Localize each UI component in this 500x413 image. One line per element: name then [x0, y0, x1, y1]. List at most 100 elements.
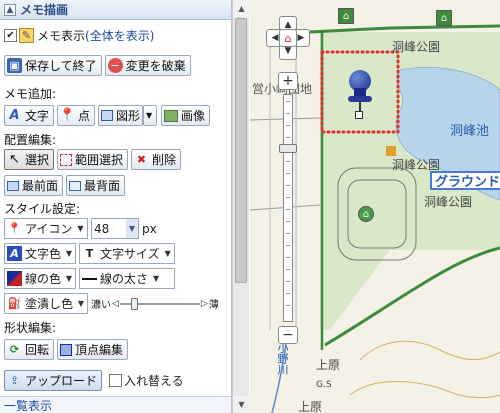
- send-back-label: 最背面: [84, 179, 121, 193]
- delete-x-icon: ✖: [136, 153, 147, 166]
- scroll-up-icon[interactable]: ▲: [233, 0, 250, 17]
- collapse-icon[interactable]: ▲: [4, 3, 16, 16]
- shape-icon: [101, 110, 114, 121]
- zoom-in-icon[interactable]: +: [278, 72, 298, 90]
- show-memo-label: メモ表示: [37, 29, 86, 43]
- save-exit-button[interactable]: ▣ 保存して終了: [4, 55, 102, 76]
- opacity-handle[interactable]: [130, 297, 138, 310]
- zoom-tick: [286, 305, 290, 306]
- zoom-out-icon[interactable]: −: [278, 326, 298, 344]
- opacity-plus-icon[interactable]: ▷: [201, 299, 208, 309]
- map-view[interactable]: ⌂ ⌂ ⌂ 洞峰公園 洞峰池 洞峰公園 洞峰公園 営小崎団地 上原 上原 G.S…: [250, 0, 500, 413]
- send-back-button[interactable]: 最背面: [66, 175, 126, 196]
- add-point-button[interactable]: 📍 点: [57, 105, 96, 126]
- text-size-select[interactable]: T 文字サイズ ▼: [79, 243, 175, 264]
- memo-panel: ▲ メモ描画 ✔ ✎ メモ表示 (全体を表示) ▣ 保存して終了 − 変更を破棄…: [0, 0, 232, 413]
- layout-row-2: 最前面 最背面: [4, 175, 128, 196]
- range-select-button[interactable]: 範囲選択: [57, 149, 129, 170]
- line-width-select[interactable]: 線の太さ ▼: [79, 268, 175, 289]
- show-all-link[interactable]: (全体を表示): [85, 27, 154, 44]
- scroll-down-icon[interactable]: ▼: [233, 396, 250, 413]
- text-color-select[interactable]: A 文字色 ▼: [4, 243, 76, 264]
- add-shape-button[interactable]: 図形: [98, 105, 144, 126]
- text-a-icon: A: [9, 108, 20, 123]
- add-point-label: 点: [78, 109, 91, 123]
- replace-checkbox[interactable]: [109, 374, 123, 387]
- text-color-icon: A: [7, 246, 22, 261]
- add-text-label: 文字: [25, 109, 50, 123]
- vertex-edit-label: 頂点編集: [75, 343, 124, 357]
- opacity-dark-label: 濃い: [91, 300, 111, 311]
- line-color-select[interactable]: 線の色 ▼: [4, 268, 76, 289]
- size-input[interactable]: 48 ▼: [91, 218, 139, 239]
- line-color-label: 線の色: [25, 272, 62, 286]
- pushpin-small-icon: 📍: [7, 222, 22, 235]
- save-exit-label: 保存して終了: [25, 59, 97, 73]
- chevron-down-icon: ▼: [77, 224, 84, 233]
- vertex-edit-icon: [60, 343, 73, 356]
- delete-button[interactable]: ✖ 削除: [131, 149, 182, 170]
- zoom-tick: [286, 233, 290, 234]
- map-label-pond: 洞峰池: [450, 124, 490, 139]
- map-label-park: 洞峰公園: [424, 195, 473, 209]
- map-label-gas-station: G.S: [316, 380, 332, 390]
- style-row-1: 📍 アイコン ▼ 48 ▼ px: [4, 218, 157, 239]
- chevron-down-icon: ▼: [126, 219, 138, 238]
- icon-select-value: アイコン: [25, 222, 73, 236]
- image-icon: [164, 109, 179, 122]
- discard-button[interactable]: − 変更を破棄: [104, 55, 191, 76]
- select-button[interactable]: ↖ 選択: [4, 149, 55, 170]
- range-select-icon: [60, 153, 73, 166]
- vertex-edit-button[interactable]: 頂点編集: [57, 339, 129, 360]
- bring-front-button[interactable]: 最前面: [4, 175, 64, 196]
- chevron-down-icon: ▼: [146, 111, 153, 120]
- opacity-minus-icon[interactable]: ◁: [112, 299, 119, 309]
- memo-text-label[interactable]: グラウンド: [430, 171, 500, 190]
- add-image-label: 画像: [181, 109, 206, 123]
- zoom-tick: [286, 293, 290, 294]
- poi-icon[interactable]: ⌂: [338, 8, 354, 24]
- size-value: 48: [94, 221, 110, 236]
- upload-label: アップロード: [25, 374, 98, 388]
- zoom-tick: [286, 209, 290, 210]
- zoom-tick: [286, 101, 290, 102]
- list-view-link[interactable]: 一覧表示: [4, 397, 52, 413]
- style-row-4: ⛽ 塗潰し色 ▼ 濃い ◁ ▷ 薄: [4, 293, 219, 314]
- upload-button[interactable]: ⇪ アップロード: [4, 370, 103, 391]
- pushpin-memo-icon[interactable]: [346, 70, 376, 119]
- panel-scrollbar[interactable]: ▲ ▼: [232, 0, 250, 413]
- poi-icon[interactable]: ⌂: [436, 10, 452, 26]
- contour-line: [359, 340, 500, 361]
- zoom-tick: [286, 197, 290, 198]
- rotate-button[interactable]: ⟳ 回転: [4, 339, 55, 360]
- add-section-label: メモ追加:: [4, 87, 57, 101]
- line-width-icon: [82, 277, 97, 280]
- style-row-2: A 文字色 ▼ T 文字サイズ ▼: [4, 243, 178, 264]
- map-label-kamihara: 上原: [298, 400, 323, 413]
- shape-row: ⟳ 回転 頂点編集: [4, 339, 131, 360]
- zoom-tick: [286, 113, 290, 114]
- add-shape-label: 図形: [116, 109, 141, 123]
- zoom-knob[interactable]: [279, 144, 297, 153]
- layout-row-1: ↖ 選択 範囲選択 ✖ 削除: [4, 149, 184, 170]
- show-memo-checkbox[interactable]: ✔: [4, 29, 17, 42]
- scroll-thumb[interactable]: [235, 18, 247, 283]
- icon-select[interactable]: 📍 アイコン ▼: [4, 218, 88, 239]
- zoom-control: + −: [278, 72, 298, 344]
- shape-dropdown[interactable]: ▼: [143, 105, 158, 126]
- home-icon[interactable]: ⌂: [279, 29, 297, 47]
- chevron-down-icon: ▼: [65, 274, 73, 283]
- show-memo-row: ✔ ✎ メモ表示 (全体を表示): [4, 27, 154, 44]
- fill-color-select[interactable]: ⛽ 塗潰し色 ▼: [4, 293, 88, 314]
- add-text-button[interactable]: A 文字: [4, 105, 55, 126]
- facility-icon[interactable]: ⌂: [358, 206, 374, 222]
- zoom-tick: [286, 257, 290, 258]
- bring-front-icon: [7, 180, 19, 191]
- line-width-label: 線の太さ: [100, 272, 149, 286]
- opacity-slider[interactable]: [119, 297, 200, 310]
- text-color-label: 文字色: [25, 247, 62, 261]
- zoom-track[interactable]: [283, 94, 293, 322]
- bring-front-label: 最前面: [22, 179, 59, 193]
- map-label-park: 洞峰公園: [392, 40, 441, 54]
- add-image-button[interactable]: 画像: [161, 105, 211, 126]
